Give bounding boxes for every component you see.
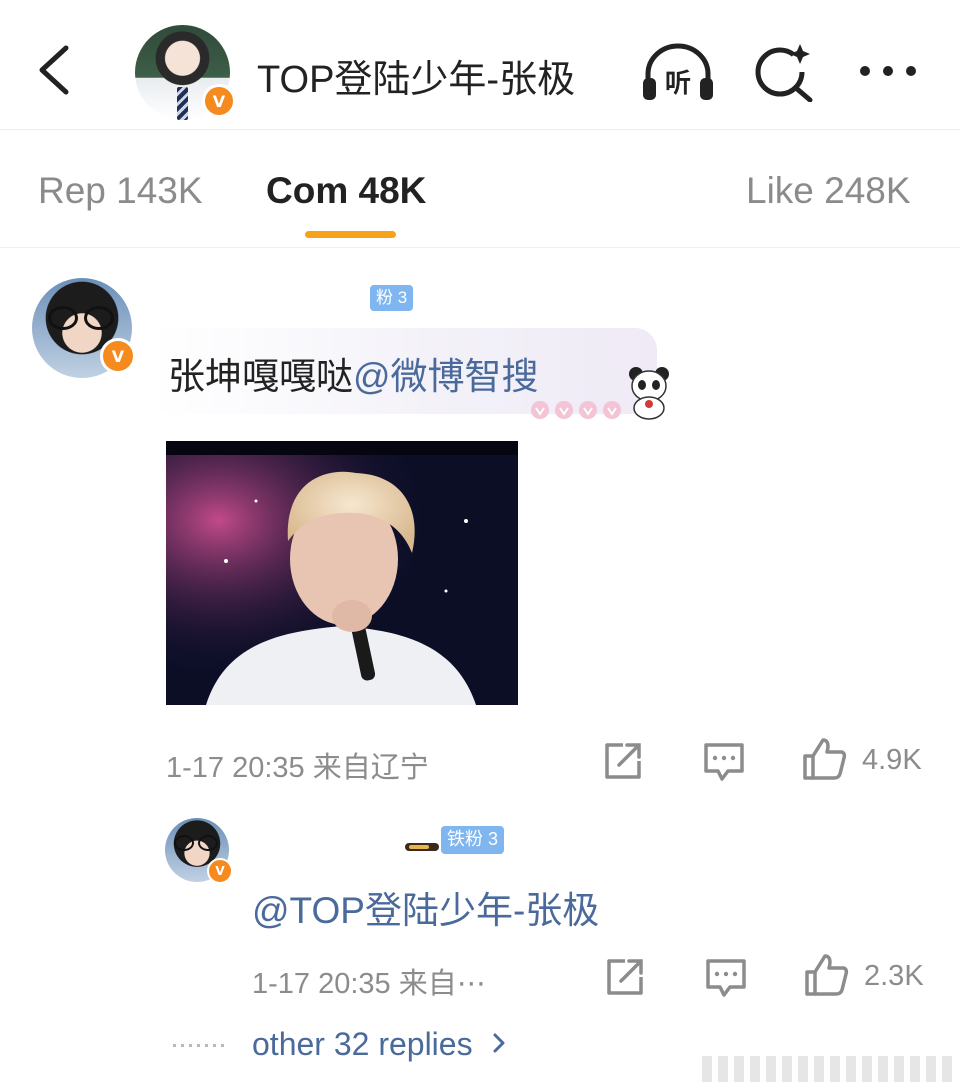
replier-avatar[interactable]: V — [165, 818, 233, 884]
comment-photo[interactable] — [166, 441, 518, 705]
mention-link[interactable]: @微博智搜 — [353, 356, 539, 397]
ai-search-icon — [755, 44, 813, 103]
panda-sticker-icon — [629, 367, 669, 420]
watermark-decoration — [702, 1056, 952, 1082]
profile-avatar[interactable]: V — [135, 25, 236, 120]
tab-reposts[interactable]: Rep 143K — [38, 170, 203, 212]
like-button[interactable] — [801, 736, 847, 780]
avatar-glasses-left — [174, 835, 194, 851]
more-button[interactable] — [855, 42, 925, 102]
tab-likes[interactable]: Like 248K — [746, 170, 911, 212]
active-tab-indicator — [305, 231, 396, 238]
more-dots-icon — [860, 66, 916, 76]
heart-decoration-icon — [531, 401, 621, 419]
like-count: 4.9K — [862, 744, 922, 776]
thumbs-up-icon — [805, 954, 849, 996]
listen-button[interactable]: 听 — [640, 42, 713, 102]
reply-text[interactable]: @TOP登陆少年-张极 — [252, 880, 599, 934]
comment-text[interactable]: 张坤嘎嘎哒@微博智搜 — [168, 346, 539, 400]
tab-comments[interactable]: Com 48K — [266, 170, 426, 212]
commenter-avatar[interactable]: V — [32, 278, 136, 378]
headphones-icon: 听 — [643, 43, 713, 100]
reply-meta: 1-17 20:35 来自⋯ — [252, 968, 486, 1000]
verified-badge: V — [207, 858, 233, 884]
engagement-tabs: Rep 143K Com 48K Like 248K — [0, 130, 960, 248]
page-title[interactable]: TOP登陆少年-张极 — [257, 48, 575, 103]
like-count: 2.3K — [864, 960, 924, 992]
avatar-glasses-right — [84, 306, 114, 330]
thread-divider — [173, 1044, 225, 1047]
avatar-glasses-right — [198, 835, 218, 851]
comment-icon — [704, 743, 744, 781]
verified-badge: V — [202, 84, 236, 118]
fan-level-badge: 铁粉 3 — [441, 826, 505, 854]
chevron-left-icon — [39, 45, 69, 95]
share-button[interactable] — [603, 955, 647, 999]
listen-label: 听 — [665, 69, 691, 99]
avatar-glasses-left — [48, 306, 78, 330]
comment-icon — [706, 959, 746, 997]
comment-body: 张坤嘎嘎哒 — [168, 356, 353, 397]
fan-level-badge: 粉 3 — [370, 285, 414, 311]
reply-button[interactable] — [704, 955, 748, 999]
thumbs-up-icon — [803, 738, 847, 780]
share-button[interactable] — [601, 739, 645, 783]
reply-button[interactable] — [702, 739, 746, 783]
performer-photo — [166, 441, 518, 705]
share-icon — [605, 743, 641, 779]
chevron-right-icon — [491, 1026, 507, 1063]
top-bar: V TOP登陆少年-张极 听 — [0, 0, 960, 130]
search-button[interactable] — [750, 42, 820, 103]
badge-decoration-icon — [405, 843, 439, 851]
avatar-tie — [177, 87, 188, 120]
back-button[interactable] — [30, 40, 80, 100]
more-replies-label: other 32 replies — [252, 1026, 473, 1062]
like-button[interactable] — [803, 952, 849, 996]
more-replies-link[interactable]: other 32 replies — [252, 1026, 507, 1063]
share-icon — [607, 959, 643, 995]
comment-meta: 1-17 20:35 来自辽宁 — [166, 752, 429, 784]
verified-badge: V — [100, 338, 136, 374]
